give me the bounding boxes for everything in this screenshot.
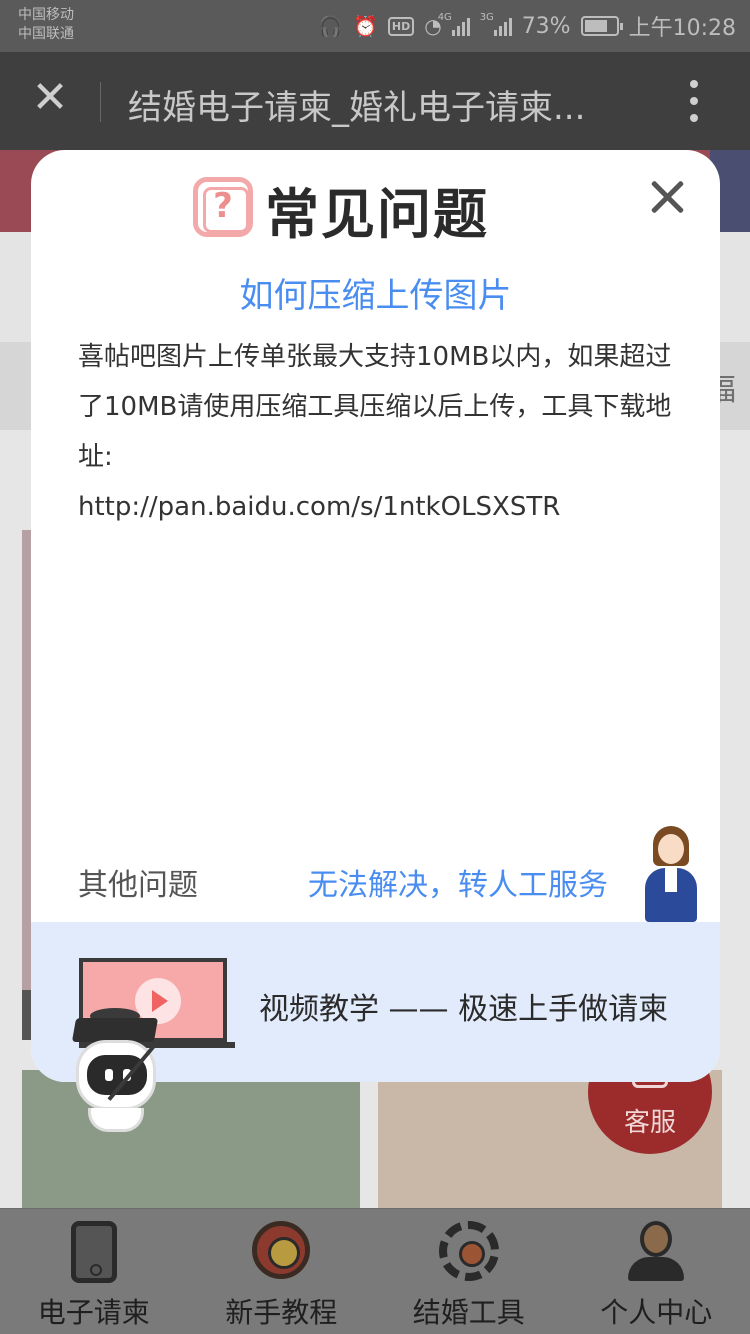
status-icons: 🎧 ⏰ HD ◔ 4G 3G 73% 上午10:28 <box>318 10 736 42</box>
battery-icon <box>580 16 623 36</box>
signal-3g-icon: 3G <box>480 12 512 36</box>
tab-wedding-tools[interactable]: 结婚工具 <box>375 1209 563 1334</box>
carrier-2: 中国联通 <box>18 26 74 42</box>
carrier-1: 中国移动 <box>18 7 74 23</box>
tab-label: 电子请柬 <box>37 1296 150 1329</box>
tab-profile[interactable]: 个人中心 <box>563 1209 750 1334</box>
medal-icon <box>251 1221 311 1283</box>
tab-label: 新手教程 <box>225 1296 338 1329</box>
header-divider <box>100 82 101 122</box>
signal-4g-icon: 4G <box>438 12 470 36</box>
page-title: 结婚电子请柬_婚礼电子请柬... <box>128 88 586 128</box>
modal-title: 常见问题 <box>265 183 489 246</box>
person-icon <box>626 1221 686 1283</box>
hd-icon: HD <box>387 16 415 36</box>
robot-mascot-icon <box>60 1008 170 1138</box>
carrier-info: 中国移动 中国联通 <box>18 6 74 44</box>
other-questions-link[interactable]: 其他问题 <box>78 860 198 904</box>
close-modal-button[interactable] <box>644 174 690 220</box>
tab-invitation[interactable]: 电子请柬 <box>0 1209 188 1334</box>
more-menu-button[interactable] <box>690 80 700 131</box>
faq-modal: ? 常见问题 如何压缩上传图片 喜帖吧图片上传单张最大支持10MB以内，如果超过… <box>31 150 720 1082</box>
phone-icon <box>64 1221 124 1283</box>
faq-answer: 喜帖吧图片上传单张最大支持10MB以内，如果超过了10MB请使用压缩工具压缩以后… <box>78 332 678 532</box>
bottom-tab-bar: 电子请柬 新手教程 结婚工具 个人中心 <box>0 1208 750 1334</box>
video-tutorial-label: 视频教学 —— 极速上手做请柬 <box>259 992 669 1027</box>
download-link[interactable]: http://pan.baidu.com/s/1ntkOLSXSTR <box>78 482 678 532</box>
battery-percent: 73% <box>521 13 571 39</box>
status-bar: 中国移动 中国联通 🎧 ⏰ HD ◔ 4G 3G 73% 上午10:28 <box>0 0 750 52</box>
tab-label: 个人中心 <box>600 1296 713 1329</box>
faq-answer-text: 喜帖吧图片上传单张最大支持10MB以内，如果超过了10MB请使用压缩工具压缩以后… <box>78 342 672 472</box>
service-agent-icon <box>641 826 701 922</box>
human-service-link[interactable]: 无法解决，转人工服务 <box>308 860 608 904</box>
alarm-icon: ⏰ <box>352 14 378 38</box>
browser-header: ✕ 结婚电子请柬_婚礼电子请柬... <box>0 52 750 150</box>
close-page-button[interactable]: ✕ <box>28 76 72 120</box>
gear-icon <box>438 1221 499 1283</box>
question-icon: ? <box>193 177 253 237</box>
clock: 上午10:28 <box>628 16 736 41</box>
headphone-icon: 🎧 <box>318 14 343 38</box>
faq-question: 如何压缩上传图片 <box>239 276 512 316</box>
tab-label: 结婚工具 <box>412 1296 525 1329</box>
tab-tutorial[interactable]: 新手教程 <box>188 1209 376 1334</box>
customer-service-label: 客服 <box>623 1108 676 1138</box>
